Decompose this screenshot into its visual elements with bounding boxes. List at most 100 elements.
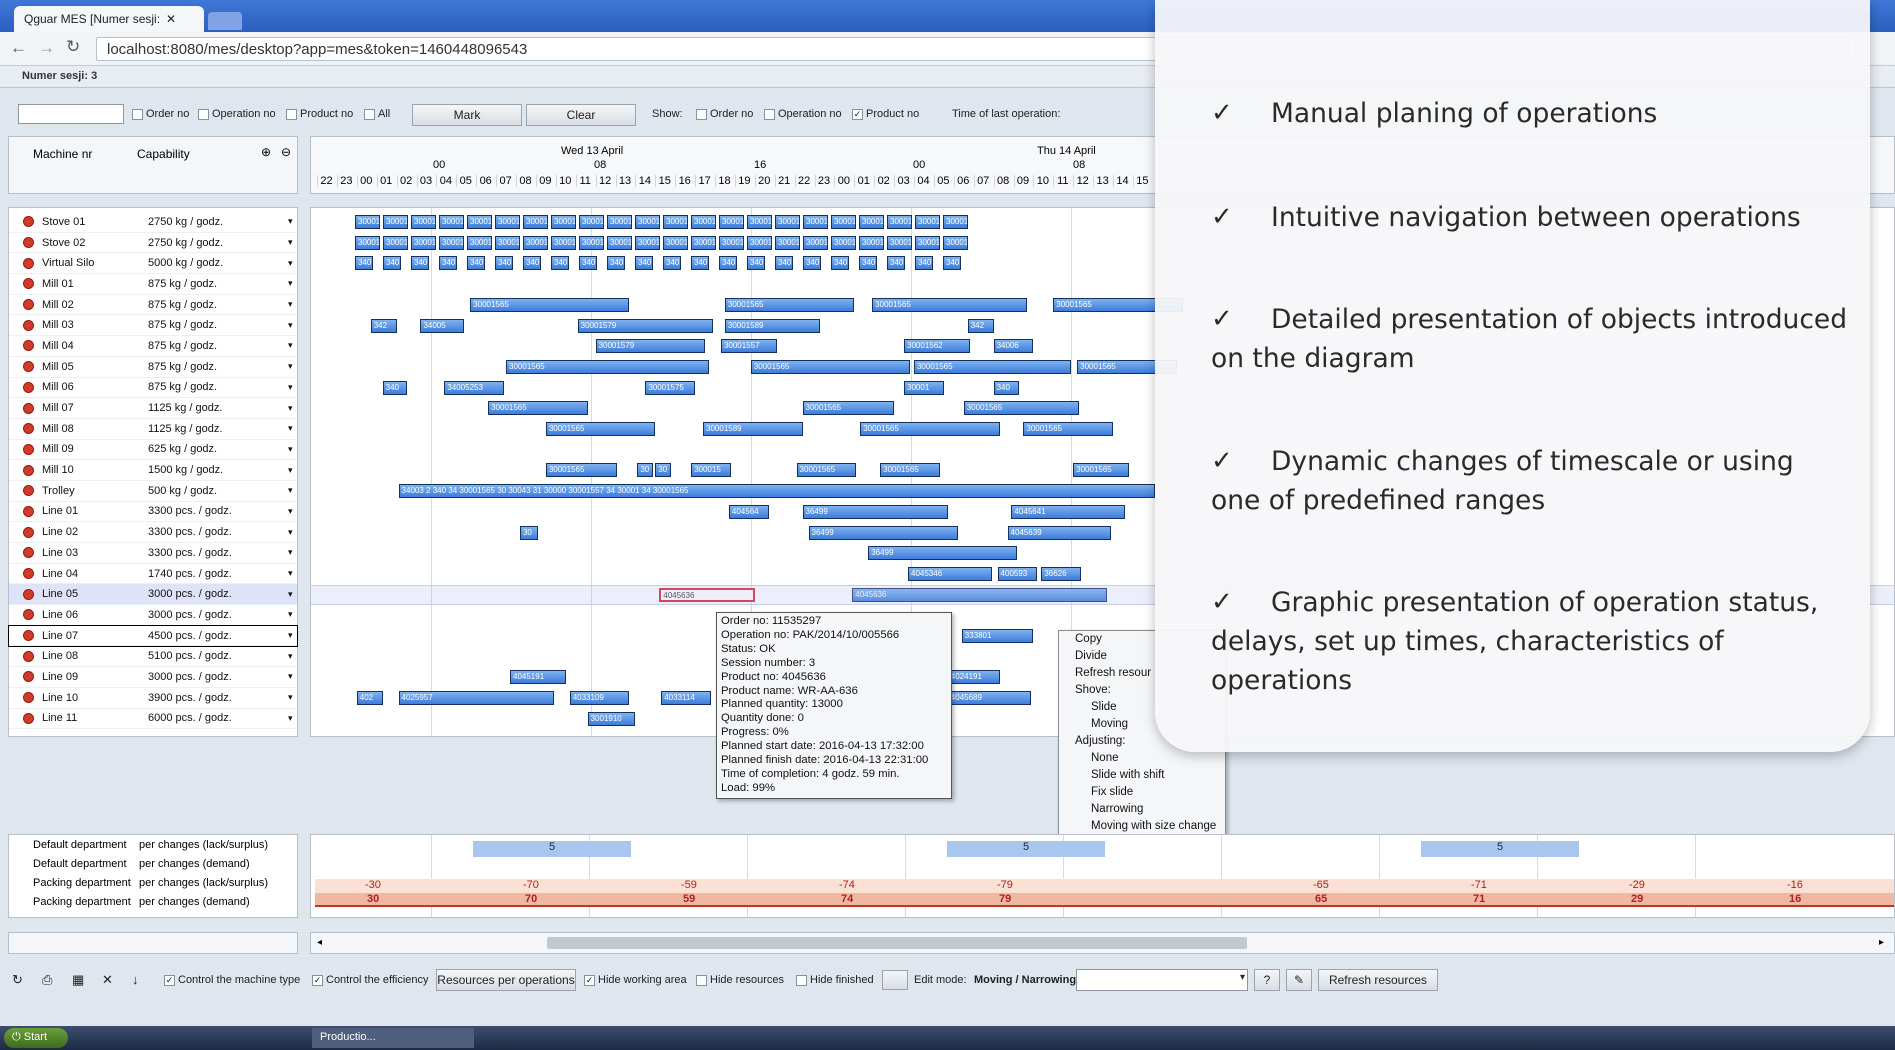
operation-bar[interactable]: 340	[859, 256, 877, 271]
machine-row[interactable]: Mill 09 625 kg / godz. ▾	[9, 440, 297, 461]
filter-operation-no[interactable]: Operation no	[198, 108, 276, 120]
operation-bar[interactable]: 30001565	[579, 215, 604, 229]
operation-bar[interactable]: 340	[382, 380, 407, 395]
pencil-icon[interactable]: ✎	[1286, 969, 1312, 991]
operation-bar[interactable]: 34003 2 340 34 30001565 30 30043 31 3000…	[398, 484, 1155, 499]
chevron-down-icon[interactable]: ▾	[288, 423, 293, 434]
horizontal-scrollbar[interactable]: ◂ ▸	[310, 932, 1895, 954]
chevron-down-icon[interactable]: ▾	[288, 216, 293, 227]
operation-bar[interactable]: 30001565	[635, 215, 660, 229]
operation-bar[interactable]: 30001565	[887, 215, 912, 229]
operation-bar[interactable]: 340	[579, 256, 597, 271]
control-efficiency-toggle[interactable]: ✓ Control the efficiency	[312, 974, 429, 986]
operation-bar[interactable]: 30001565	[724, 297, 855, 312]
operation-bar[interactable]: 340	[943, 256, 961, 271]
operation-bar[interactable]: 30001563	[355, 235, 380, 250]
operation-bar[interactable]: 30001563	[663, 235, 688, 250]
operation-bar[interactable]: 30001563	[607, 235, 632, 250]
context-menu-item[interactable]: Fix slide	[1059, 784, 1225, 801]
machine-row[interactable]: Mill 02 875 kg / godz. ▾	[9, 295, 297, 316]
operation-bar[interactable]: 30001557	[720, 339, 777, 354]
show-product-no[interactable]: ✓ Product no	[852, 108, 919, 120]
checkbox[interactable]	[364, 108, 375, 120]
checkbox-checked[interactable]: ✓	[852, 108, 863, 120]
context-menu-item[interactable]: None	[1059, 750, 1225, 767]
scroll-left-icon[interactable]: ◂	[317, 937, 322, 948]
operation-bar[interactable]: 404564	[728, 504, 769, 519]
operation-bar[interactable]: 30001565	[750, 359, 910, 374]
operation-bar[interactable]: 34005	[420, 318, 465, 333]
operation-bar[interactable]: 30001563	[691, 235, 716, 250]
chevron-down-icon[interactable]: ▾	[288, 320, 293, 331]
operation-bar[interactable]: 30001565	[859, 215, 884, 229]
operation-bar[interactable]: 340	[915, 256, 933, 271]
browser-tab[interactable]: Qguar MES [Numer sesji: ✕	[14, 6, 204, 32]
operation-bar[interactable]: 340	[993, 380, 1020, 395]
operation-bar[interactable]: 30	[519, 525, 538, 540]
taskbar-window[interactable]: Productio...	[312, 1028, 474, 1048]
operation-bar[interactable]: 30001565	[488, 401, 588, 416]
operation-bar[interactable]: 30001565	[872, 297, 1028, 312]
operation-bar[interactable]: 30001563	[523, 235, 548, 250]
machine-row[interactable]: Mill 07 1125 kg / godz. ▾	[9, 398, 297, 419]
start-button[interactable]: ⏻ Start	[4, 1028, 68, 1048]
operation-bar[interactable]: 4045346	[908, 566, 992, 581]
operation-bar[interactable]: 340	[523, 256, 541, 271]
col-machine-nr[interactable]: Machine nr	[33, 147, 92, 161]
operation-bar[interactable]: 30001565	[663, 215, 688, 229]
operation-bar[interactable]: 30001565	[963, 401, 1080, 416]
machine-row[interactable]: Mill 04 875 kg / godz. ▾	[9, 336, 297, 357]
operation-bar[interactable]: 3001910	[587, 711, 636, 726]
machine-row[interactable]: Line 08 5100 pcs. / godz. ▾	[9, 646, 297, 668]
operation-bar[interactable]: 30001565	[719, 215, 744, 229]
chevron-down-icon[interactable]: ▾	[288, 630, 293, 641]
chevron-down-icon[interactable]: ▾	[288, 361, 293, 372]
operation-bar[interactable]: 30001565	[1073, 463, 1129, 478]
operation-bar[interactable]: 30001565	[470, 297, 630, 312]
operation-bar[interactable]: 30001563	[803, 235, 828, 250]
operation-bar[interactable]: 4045641	[1011, 504, 1125, 519]
operation-bar[interactable]: 36499	[802, 504, 948, 519]
machine-row[interactable]: Mill 06 875 kg / godz. ▾	[9, 378, 297, 399]
zoom-in-icon[interactable]: ⊕	[261, 145, 271, 159]
checkbox[interactable]	[286, 108, 297, 120]
operation-bar[interactable]: 30001563	[411, 235, 436, 250]
operation-bar[interactable]: 4033109	[569, 691, 630, 706]
operation-bar[interactable]: 30001575	[645, 380, 696, 395]
operation-bar[interactable]: 340	[383, 256, 401, 271]
operation-bar[interactable]: 30001563	[495, 235, 520, 250]
edit-mode-select[interactable]: ▾	[1076, 969, 1248, 991]
operation-bar[interactable]: 340	[663, 256, 681, 271]
operation-bar[interactable]: 4045191	[510, 670, 566, 685]
machine-row[interactable]: Mill 01 875 kg / godz. ▾	[9, 274, 297, 295]
machine-row[interactable]: Line 01 3300 pcs. / godz. ▾	[9, 502, 297, 523]
chevron-down-icon[interactable]: ▾	[288, 340, 293, 351]
chevron-down-icon[interactable]: ▾	[288, 278, 293, 289]
scroll-thumb[interactable]	[547, 937, 1247, 949]
operation-bar[interactable]: 30001565	[747, 215, 772, 229]
operation-bar[interactable]: 30001563	[383, 235, 408, 250]
checkbox[interactable]	[696, 108, 707, 120]
operation-bar[interactable]: 30001589	[703, 422, 803, 436]
download-icon[interactable]: ↓	[132, 972, 139, 987]
operation-bar[interactable]: 30001565	[355, 215, 380, 229]
operation-bar[interactable]: 30001565	[495, 215, 520, 229]
operation-bar[interactable]: 30001563	[439, 235, 464, 250]
hide-finished-toggle[interactable]: Hide finished	[796, 974, 874, 986]
chevron-down-icon[interactable]: ▾	[288, 609, 293, 620]
machine-row[interactable]: Line 10 3900 pcs. / godz. ▾	[9, 688, 297, 709]
operation-bar[interactable]: 340	[439, 256, 457, 271]
operation-bar[interactable]: 340	[747, 256, 765, 271]
operation-bar[interactable]: 30001563	[467, 235, 492, 250]
chevron-down-icon[interactable]: ▾	[288, 651, 293, 662]
machine-row[interactable]: Line 07 4500 pcs. / godz. ▾	[8, 624, 298, 648]
context-menu-item[interactable]: Slide with shift	[1059, 767, 1225, 784]
machine-row[interactable]: Line 02 3300 pcs. / godz. ▾	[9, 522, 297, 543]
machine-row[interactable]: Mill 03 875 kg / godz. ▾	[9, 315, 297, 337]
operation-bar[interactable]: 30001563	[747, 235, 772, 250]
operation-bar[interactable]: 340	[635, 256, 653, 271]
context-menu-item[interactable]: Moving with size change	[1059, 818, 1225, 835]
print-icon[interactable]: ⎙	[42, 972, 52, 988]
machine-row[interactable]: Trolley 500 kg / godz. ▾	[9, 481, 297, 502]
mark-button[interactable]: Mark	[412, 104, 522, 126]
